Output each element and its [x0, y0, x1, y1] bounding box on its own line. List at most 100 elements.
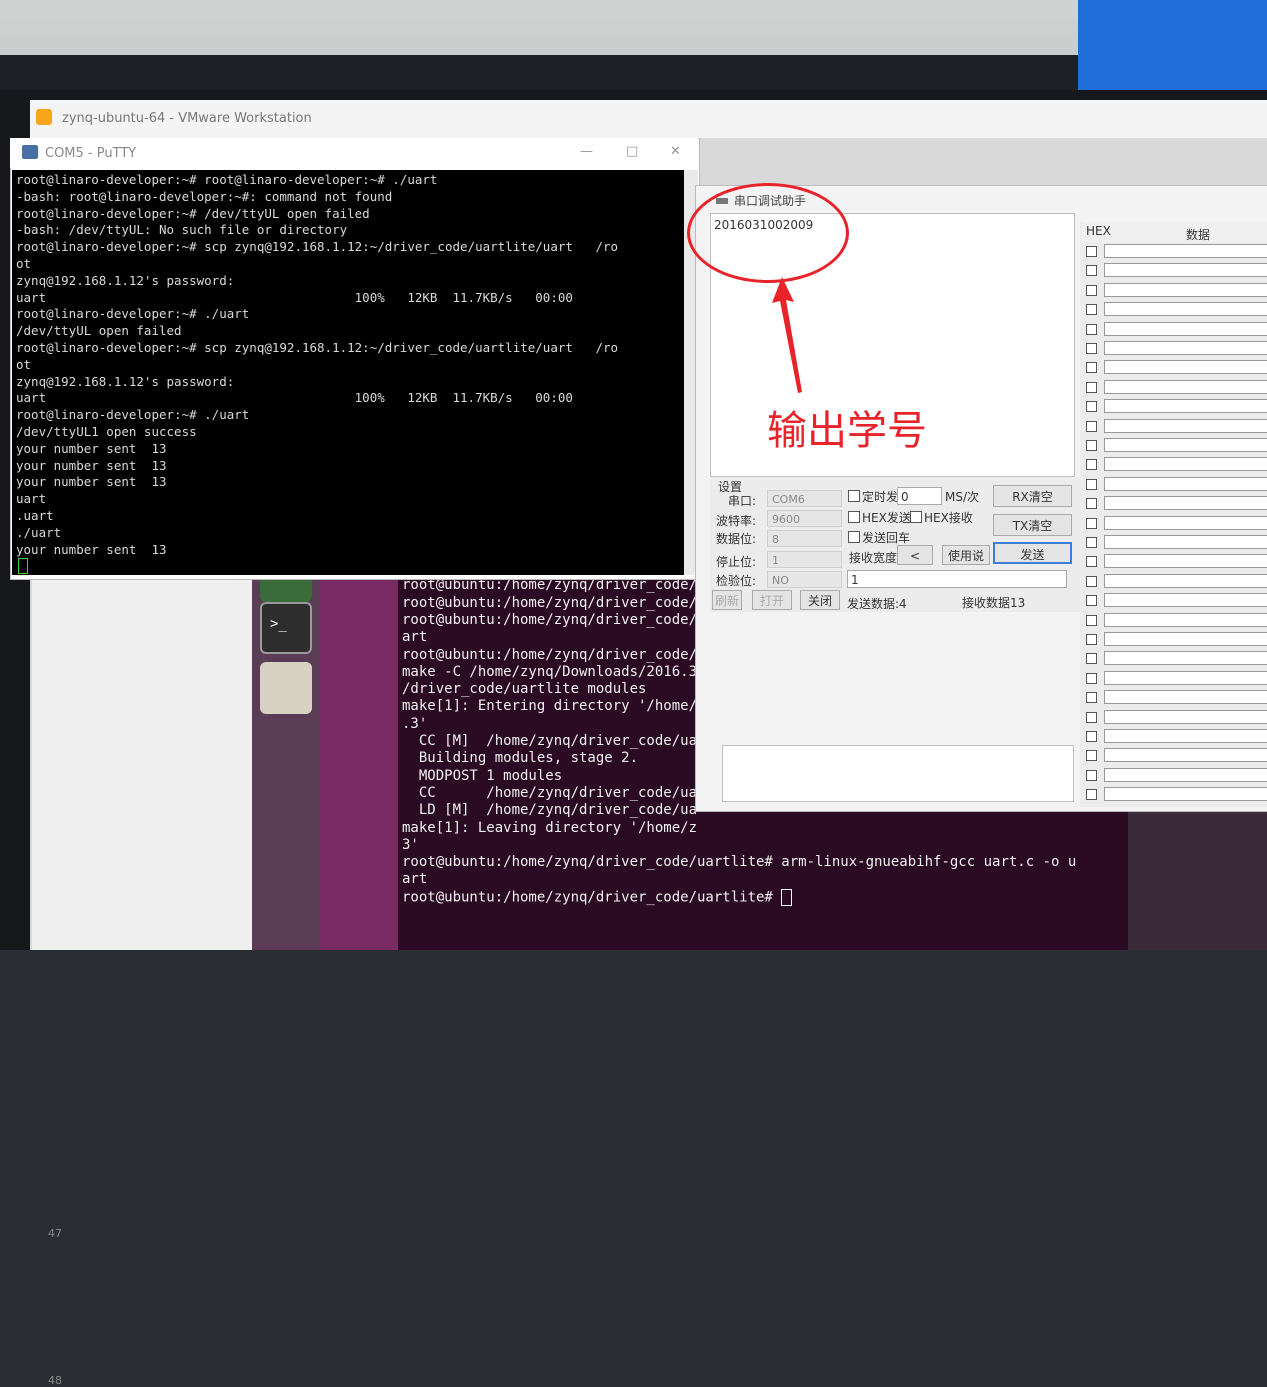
hex-row-checkbox[interactable]	[1086, 343, 1097, 354]
terminal-line: root@linaro-developer:~# /dev/ttyUL open…	[16, 205, 370, 221]
hex-row	[1082, 455, 1267, 474]
send-input[interactable]: 1	[847, 570, 1067, 588]
recv-width-button[interactable]: <	[897, 545, 933, 565]
open-button[interactable]: 打开	[752, 590, 792, 610]
hex-row-checkbox[interactable]	[1086, 284, 1097, 296]
tx-clear-button[interactable]: TX清空	[993, 514, 1072, 536]
hex-row-data-field[interactable]	[1104, 438, 1267, 452]
hex-row	[1082, 339, 1267, 358]
hex-row-data-field[interactable]	[1104, 399, 1267, 414]
hex-row-checkbox[interactable]	[1086, 246, 1097, 257]
hex-row-checkbox[interactable]	[1086, 711, 1097, 723]
send-area[interactable]	[722, 745, 1074, 802]
timed-send-checkbox[interactable]	[848, 490, 860, 502]
hex-row-data-field[interactable]	[1104, 573, 1267, 588]
terminal-line: root@ubuntu:/home/zynq/driver_code/uartl…	[402, 888, 793, 906]
hex-recv-checkbox[interactable]	[910, 511, 922, 523]
hex-row-checkbox[interactable]	[1086, 304, 1097, 316]
hex-row-data-field[interactable]	[1104, 496, 1267, 511]
send-button[interactable]: 发送	[993, 542, 1072, 564]
timed-send-input[interactable]: 0	[897, 487, 942, 505]
hex-row-data-field[interactable]	[1104, 244, 1267, 258]
terminal-line: 3'	[402, 836, 419, 853]
hex-row-checkbox[interactable]	[1086, 459, 1097, 471]
hex-row-checkbox[interactable]	[1086, 323, 1097, 335]
maximize-icon[interactable]: □	[626, 144, 638, 159]
hex-row-data-field[interactable]	[1104, 612, 1267, 627]
terminal-icon[interactable]: >_	[260, 602, 312, 654]
recv-width-label: 接收宽度	[849, 551, 898, 565]
hex-row-checkbox[interactable]	[1086, 731, 1097, 742]
vmware-titlebar[interactable]: zynq-ubuntu-64 - VMware Workstation	[30, 100, 1267, 138]
hex-row-checkbox[interactable]	[1086, 517, 1097, 529]
hex-row-checkbox[interactable]	[1086, 575, 1097, 587]
baud-select[interactable]: 9600	[767, 510, 842, 527]
hex-row-checkbox[interactable]	[1086, 634, 1097, 645]
hex-row-checkbox[interactable]	[1086, 401, 1097, 413]
terminal-line: LD [M] /home/zynq/driver_code/ua	[402, 802, 698, 819]
hex-row-data-field[interactable]	[1104, 321, 1267, 336]
hex-row-checkbox[interactable]	[1086, 478, 1097, 490]
hex-row-checkbox[interactable]	[1086, 381, 1097, 393]
stopbits-select[interactable]: 1	[767, 551, 842, 568]
hex-row-data-field[interactable]	[1104, 690, 1267, 705]
hex-row-checkbox[interactable]	[1086, 672, 1097, 684]
refresh-button[interactable]: 刷新	[712, 590, 742, 610]
send-cr-label: 发送回车	[862, 531, 911, 545]
hex-row	[1082, 746, 1267, 765]
hex-row-checkbox[interactable]	[1086, 498, 1097, 510]
hex-row-checkbox[interactable]	[1086, 420, 1097, 432]
hex-row-checkbox[interactable]	[1086, 537, 1097, 548]
putty-terminal[interactable]: root@linaro-developer:~# root@linaro-dev…	[12, 170, 684, 575]
usage-button[interactable]: 使用说明	[942, 545, 990, 583]
hex-row-data-field[interactable]	[1104, 476, 1267, 491]
hex-row-data-field[interactable]	[1104, 535, 1267, 549]
send-cr-checkbox[interactable]	[848, 531, 860, 543]
hex-row-data-field[interactable]	[1104, 787, 1267, 802]
hex-send-checkbox[interactable]	[848, 511, 860, 523]
hex-row-checkbox[interactable]	[1086, 440, 1097, 451]
terminal-line: MODPOST 1 modules	[402, 767, 563, 784]
hex-row-checkbox[interactable]	[1086, 769, 1097, 781]
hex-row-data-field[interactable]	[1104, 457, 1267, 472]
hex-row-checkbox[interactable]	[1086, 265, 1097, 277]
hex-row-data-field[interactable]	[1104, 418, 1267, 433]
hex-row-data-field[interactable]	[1104, 302, 1267, 317]
hex-row-data-field[interactable]	[1104, 670, 1267, 685]
hex-row-checkbox[interactable]	[1086, 614, 1097, 626]
port-select[interactable]: COM6	[767, 490, 842, 507]
vmware-icon	[36, 109, 52, 125]
hex-row-checkbox[interactable]	[1086, 692, 1097, 704]
hex-row-data-field[interactable]	[1104, 554, 1267, 569]
hex-row-data-field[interactable]	[1104, 632, 1267, 646]
close-icon[interactable]: ✕	[670, 144, 681, 159]
hex-row-data-field[interactable]	[1104, 360, 1267, 375]
hex-row-data-field[interactable]	[1104, 515, 1267, 530]
hex-row-data-field[interactable]	[1104, 379, 1267, 394]
ubuntu-launcher: >_	[252, 520, 320, 950]
hex-row-data-field[interactable]	[1104, 729, 1267, 743]
parity-select[interactable]: NO	[767, 571, 842, 588]
hex-row-data-field[interactable]	[1104, 651, 1267, 666]
hex-row-checkbox[interactable]	[1086, 362, 1097, 374]
hex-row-checkbox[interactable]	[1086, 789, 1097, 801]
hex-row-data-field[interactable]	[1104, 709, 1267, 724]
terminal-line: your number sent 13	[16, 457, 167, 473]
databits-select[interactable]: 8	[767, 530, 842, 547]
hex-row-data-field[interactable]	[1104, 263, 1267, 278]
close-button[interactable]: 关闭	[800, 590, 840, 610]
terminal-line: make[1]: Entering directory '/home/	[402, 698, 698, 715]
hex-row-data-field[interactable]	[1104, 593, 1267, 608]
hex-row-data-field[interactable]	[1104, 748, 1267, 763]
hex-row-checkbox[interactable]	[1086, 595, 1097, 607]
putty-titlebar[interactable]: COM5 - PuTTY — □ ✕	[10, 138, 698, 168]
hex-row-checkbox[interactable]	[1086, 556, 1097, 568]
hex-row-checkbox[interactable]	[1086, 653, 1097, 665]
hex-row-data-field[interactable]	[1104, 341, 1267, 355]
hex-row-checkbox[interactable]	[1086, 750, 1097, 762]
rx-clear-button[interactable]: RX清空	[993, 485, 1072, 507]
hex-row-data-field[interactable]	[1104, 767, 1267, 782]
text-editor-icon[interactable]	[260, 662, 312, 714]
minimize-icon[interactable]: —	[580, 144, 593, 159]
hex-row-data-field[interactable]	[1104, 282, 1267, 297]
